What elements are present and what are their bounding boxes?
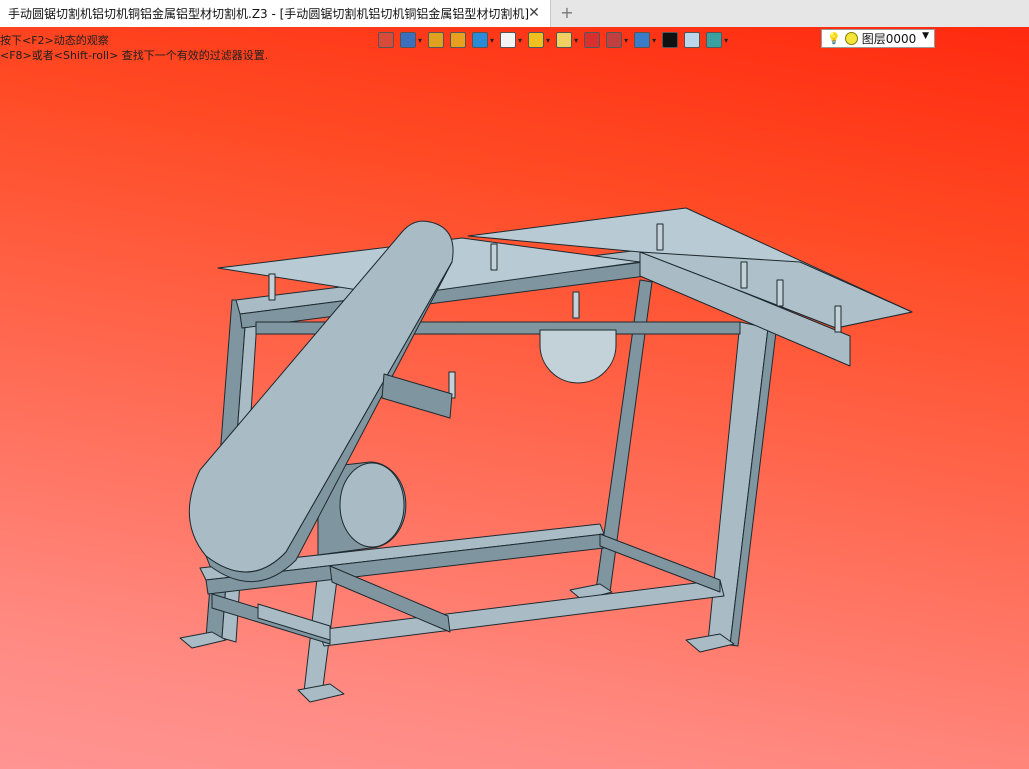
close-icon[interactable]: ✕	[526, 5, 542, 21]
layer-active-icon	[844, 32, 858, 45]
solid-cube-button[interactable]: ▾	[472, 31, 494, 49]
white-cube-icon	[500, 32, 517, 48]
render-icon	[528, 32, 545, 48]
pen-icon	[428, 32, 445, 48]
pen-button[interactable]	[428, 31, 445, 49]
render-button[interactable]: ▾	[528, 31, 550, 49]
layer-stack-icon	[706, 32, 723, 48]
view-orient-button[interactable]: ▾	[400, 31, 422, 49]
bolt-4	[656, 223, 664, 251]
bolt-5	[740, 261, 748, 289]
saw-blade	[539, 329, 617, 384]
layer-stack-button[interactable]: ▾	[706, 31, 728, 49]
chevron-down-icon[interactable]: ▾	[546, 36, 550, 45]
document-tab[interactable]: 手动圆锯切割机铝切机铜铝金属铝型材切割机.Z3 - [手动圆锯切割机铝切机铜铝金…	[0, 0, 551, 27]
line-color-button[interactable]	[662, 31, 679, 49]
white-cube-button[interactable]: ▾	[500, 31, 522, 49]
exit-icon	[378, 32, 394, 48]
view-orient-icon	[400, 32, 416, 48]
layer-label: 图层0000	[861, 32, 917, 46]
new-tab-button[interactable]: +	[558, 3, 576, 23]
face-color-button[interactable]	[684, 31, 701, 49]
shaded-cube-button[interactable]	[450, 31, 467, 49]
dimension-button[interactable]: ▾	[606, 31, 628, 49]
chevron-down-icon[interactable]: ▾	[724, 36, 728, 45]
display-icon	[634, 32, 651, 48]
lightbulb-icon: 💡	[827, 32, 841, 45]
line-color-icon	[662, 32, 679, 48]
chevron-down-icon[interactable]: ▾	[624, 36, 628, 45]
bolt-2	[490, 243, 498, 271]
chevron-down-icon[interactable]: ▾	[490, 36, 494, 45]
chevron-down-icon[interactable]: ▾	[518, 36, 522, 45]
chevron-down-icon[interactable]: ▾	[418, 36, 422, 45]
bolt-7	[834, 305, 842, 333]
chevron-down-icon[interactable]: ▾	[652, 36, 656, 45]
solid-cube-icon	[472, 32, 489, 48]
layer-selector[interactable]: 💡 图层0000 ▼	[821, 29, 935, 48]
bolt-6	[776, 279, 784, 307]
display-button[interactable]: ▾	[634, 31, 656, 49]
viewport-hint-2: <F8>或者<Shift-roll> 查找下一个有效的过滤器设置.	[0, 49, 269, 62]
chevron-down-icon: ▼	[922, 31, 929, 41]
zoom-button[interactable]: ▾	[556, 31, 578, 49]
exit-button[interactable]	[378, 31, 394, 49]
viewport-hint-1: 按下<F2>动态的观察	[0, 34, 109, 47]
shaded-cube-icon	[450, 32, 467, 48]
bracket	[381, 373, 453, 419]
motor-end	[339, 462, 405, 548]
dimension-icon	[606, 32, 623, 48]
snap-button[interactable]	[584, 31, 601, 49]
snap-icon	[584, 32, 601, 48]
lower-rail-cross-2	[599, 533, 721, 593]
3d-viewport[interactable]: 按下<F2>动态的观察 <F8>或者<Shift-roll> 查找下一个有效的过…	[0, 27, 1029, 769]
face-color-icon	[684, 32, 701, 48]
tab-bar: 手动圆锯切割机铝切机铜铝金属铝型材切割机.Z3 - [手动圆锯切割机铝切机铜铝金…	[0, 0, 1029, 28]
chevron-down-icon[interactable]: ▾	[574, 36, 578, 45]
bolt-1	[268, 273, 276, 301]
saw-machine-model	[179, 207, 913, 703]
tab-title: 手动圆锯切割机铝切机铜铝金属铝型材切割机.Z3 - [手动圆锯切割机铝切机铜铝金…	[8, 7, 529, 21]
view-toolbar: ▾ ▾ ▾ ▾ ▾ ▾ ▾ ▾	[378, 30, 734, 50]
zoom-icon	[556, 32, 573, 48]
bolt-3	[572, 291, 580, 319]
